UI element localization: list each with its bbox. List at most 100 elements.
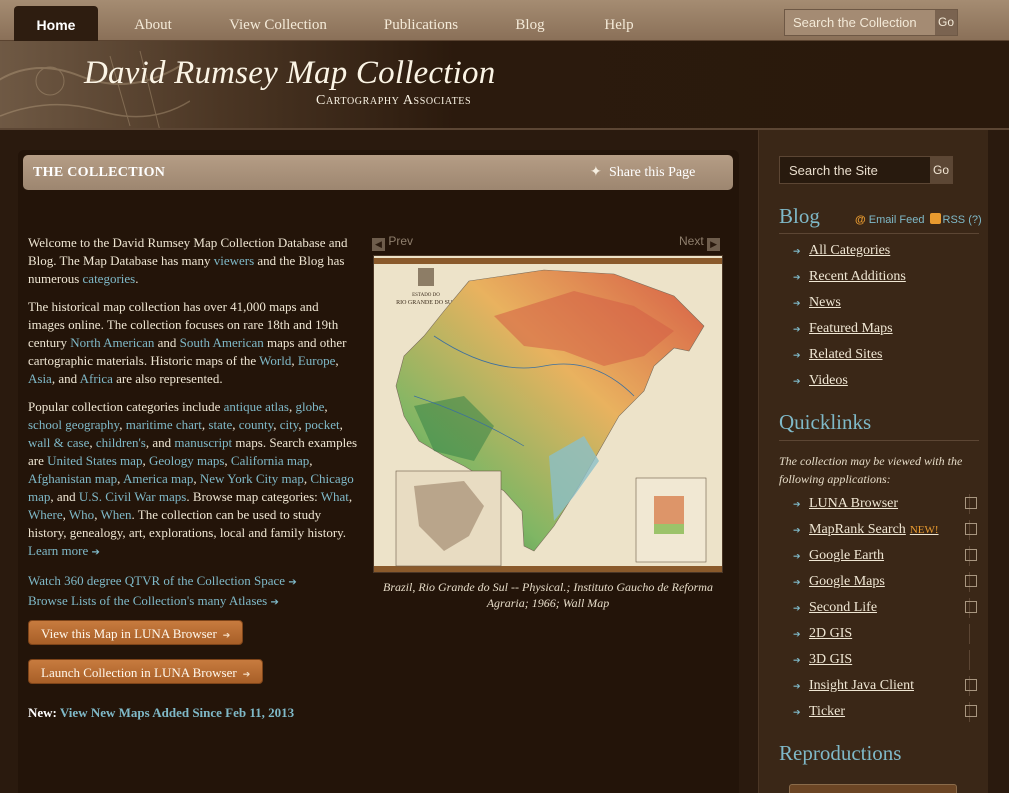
link-north-american[interactable]: North American [70,335,154,350]
link-childrens[interactable]: children's [96,435,146,450]
reproductions-heading: Reproductions [779,741,902,765]
featured-map-image[interactable]: ESTADO DO RIO GRANDE DO SUL [373,255,723,573]
link-world[interactable]: World [259,353,291,368]
link-africa[interactable]: Africa [80,371,113,386]
rss-help-link[interactable]: (?) [968,214,981,226]
blog-item-videos[interactable]: ➔ Videos [793,368,968,394]
blog-item-related-sites[interactable]: ➔ Related Sites [793,342,968,368]
quicklink-3d-gis[interactable]: ➔ 3D GIS [793,647,970,673]
new-label: New: [28,705,57,720]
watch-label[interactable]: Watch 360 degree QTVR of the Collection … [28,573,285,588]
collection-search-go-button[interactable]: Go [935,10,957,35]
map-title-line-1: ESTADO DO [412,293,440,298]
blog-item-recent-additions[interactable]: ➔ Recent Additions [793,264,968,290]
rss-icon [929,213,941,224]
link-county[interactable]: county [239,417,274,432]
next-button[interactable]: Next ▶ [679,234,721,251]
share-page-button[interactable]: ✦ Share this Page [590,164,695,181]
link-pocket[interactable]: pocket [305,417,340,432]
blog-item-all-categories[interactable]: ➔ All Categories [793,238,968,264]
external-link-icon[interactable] [965,575,977,587]
prev-label: Prev [388,234,414,248]
map-artwork: ESTADO DO RIO GRANDE DO SUL [374,256,722,572]
rss-link[interactable]: RSS [943,214,966,226]
quicklink-ticker[interactable]: ➔ Ticker [793,699,977,725]
item-label: News [809,295,841,310]
link-asia[interactable]: Asia [28,371,52,386]
link-south-american[interactable]: South American [180,335,264,350]
blog-item-news[interactable]: ➔ News [793,290,968,316]
nav-blog[interactable]: Blog [508,6,552,41]
link-maritime-chart[interactable]: maritime chart [126,417,202,432]
blog-item-featured-maps[interactable]: ➔ Featured Maps [793,316,968,342]
quicklink-second-life[interactable]: ➔ Second Life [793,595,977,621]
external-link-icon[interactable] [965,523,977,535]
link-city[interactable]: city [280,417,299,432]
site-search-go-button[interactable]: Go [930,157,952,183]
site-title[interactable]: David Rumsey Map Collection [84,55,495,92]
quicklink-insight-java-client[interactable]: ➔ Insight Java Client [793,673,977,699]
link-watch-qtvr[interactable]: Watch 360 degree QTVR of the Collection … [28,572,358,592]
link-state[interactable]: state [208,417,232,432]
link-categories[interactable]: categories [83,271,136,286]
nav-home[interactable]: Home [14,6,98,41]
launch-luna-button[interactable]: Launch Collection in LUNA Browser ➔ [28,659,264,684]
link-what[interactable]: What [321,489,349,504]
external-link-icon[interactable] [965,705,977,717]
link-civil-war-maps[interactable]: U.S. Civil War maps [79,489,186,504]
external-link-icon[interactable] [965,497,977,509]
link-afghanistan-map[interactable]: Afghanistan map [28,471,117,486]
quicklink-google-maps[interactable]: ➔ Google Maps [793,569,977,595]
text: . [135,271,139,286]
external-link-icon[interactable] [965,601,977,613]
nav-about[interactable]: About [122,6,184,41]
link-viewers[interactable]: viewers [214,253,254,268]
blog-category-list: ➔ All Categories ➔ Recent Additions ➔ News … [793,238,968,394]
item-label: MapRank Search [809,522,906,537]
link-america-map[interactable]: America map [123,471,193,486]
link-new-york-city-map[interactable]: New York City map [200,471,304,486]
collection-search-input[interactable] [785,10,935,35]
prev-button[interactable]: ◀ Prev [372,234,413,251]
link-antique-atlas[interactable]: antique atlas [224,399,289,414]
chevron-right-icon: ▶ [707,238,721,251]
chevron-right-icon: ➔ [793,681,801,691]
view-in-luna-button[interactable]: View this Map in LUNA Browser ➔ [28,620,244,645]
site-search-input[interactable] [780,157,930,183]
quicklink-maprank-search[interactable]: ➔ MapRank Search NEW! [793,517,977,543]
intro-paragraph-2: The historical map collection has over 4… [28,298,358,388]
quicklink-google-earth[interactable]: ➔ Google Earth [793,543,977,569]
link-where[interactable]: Where [28,507,63,522]
external-link-icon[interactable] [965,679,977,691]
browse-label[interactable]: Browse Lists of the Collection's many At… [28,593,267,608]
blog-heading[interactable]: Blog [779,204,820,229]
link-new-maps[interactable]: View New Maps Added Since Feb 11, 2013 [60,705,294,720]
link-learn-more[interactable]: Learn more [28,543,88,558]
link-globe[interactable]: globe [296,399,325,414]
quicklinks-note: The collection may be viewed with the fo… [779,454,963,486]
email-feed-link[interactable]: Email Feed [869,214,925,226]
link-when[interactable]: When [100,507,131,522]
nav-view-collection[interactable]: View Collection [222,6,334,41]
quicklink-luna-browser[interactable]: ➔ LUNA Browser [793,491,977,517]
chevron-left-icon: ◀ [372,238,385,251]
link-who[interactable]: Who [69,507,94,522]
nav-help[interactable]: Help [596,6,642,41]
link-california-map[interactable]: California map [231,453,309,468]
link-united-states-map[interactable]: United States map [47,453,142,468]
intro-paragraph-1: Welcome to the David Rumsey Map Collecti… [28,234,358,288]
reproduction-thumbnail[interactable] [789,784,957,793]
intro-paragraph-3: Popular collection categories include an… [28,399,358,558]
link-manuscript[interactable]: manuscript [174,435,232,450]
link-browse-atlases[interactable]: Browse Lists of the Collection's many At… [28,592,358,612]
link-school-geography[interactable]: school geography [28,417,119,432]
nav-publications[interactable]: Publications [376,6,466,41]
site-banner: David Rumsey Map Collection Cartography … [0,41,1009,130]
link-europe[interactable]: Europe [298,353,336,368]
arrow-icon: ➔ [242,669,251,679]
item-label: All Categories [809,243,891,258]
link-wall-case[interactable]: wall & case [28,435,89,450]
quicklink-2d-gis[interactable]: ➔ 2D GIS [793,621,970,647]
link-geology-maps[interactable]: Geology maps [149,453,224,468]
external-link-icon[interactable] [965,549,977,561]
